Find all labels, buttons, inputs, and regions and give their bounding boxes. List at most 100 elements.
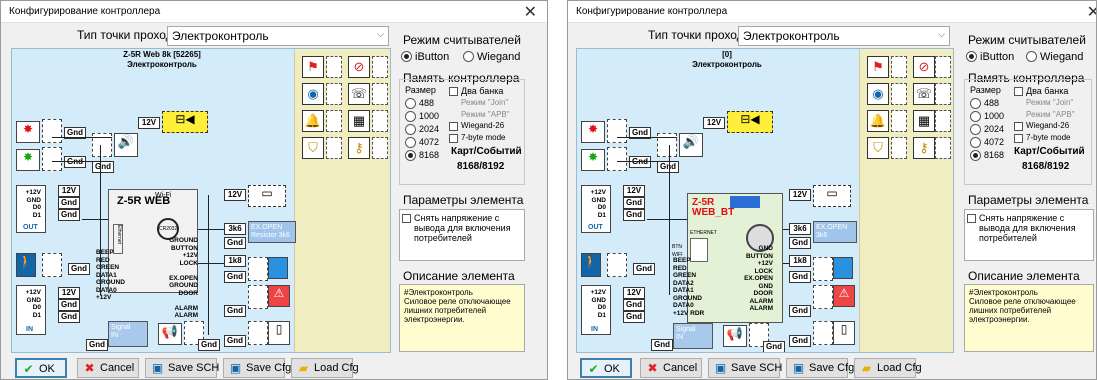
door-closed-icon[interactable]: ▯ <box>268 321 290 345</box>
keypad-icon[interactable]: ▦ <box>348 110 370 132</box>
card-reader-icon[interactable]: ◉ <box>867 83 889 105</box>
no-entry-icon[interactable]: ⊘ <box>348 56 370 78</box>
door-sensor[interactable] <box>248 257 268 281</box>
connector[interactable] <box>813 321 833 345</box>
pass-type-select[interactable]: Электроконтроль ⌵ <box>167 26 389 46</box>
size-radio-2024[interactable] <box>970 124 981 135</box>
wiegand26-checkbox[interactable] <box>449 122 458 131</box>
pass-type-select[interactable]: Электроконтроль ⌵ <box>738 26 950 46</box>
chevron-down-icon[interactable]: ⌵ <box>377 29 384 40</box>
no-entry-icon[interactable]: ⊘ <box>913 56 935 78</box>
relay-slot[interactable] <box>326 137 342 159</box>
exopen-box[interactable]: EX.OPEN Resistor 3k6 <box>248 221 296 243</box>
speaker-icon[interactable]: 🔊 <box>679 133 703 157</box>
close-icon[interactable]: ✕ <box>524 2 537 22</box>
relay-slot[interactable] <box>326 56 342 78</box>
cancel-button[interactable]: ✖ Cancel <box>77 358 139 378</box>
shield-icon[interactable]: ⛉ <box>302 137 324 159</box>
reader-in[interactable]: +12V GND D0 D1 IN <box>16 285 46 335</box>
speaker-icon[interactable]: 🔊 <box>114 133 138 157</box>
exit-button-icon[interactable]: 🚶 <box>16 253 36 277</box>
door-closed-icon[interactable]: ▯ <box>833 321 855 345</box>
reader-out[interactable]: +12V GND D0 D1 OUT <box>16 185 46 233</box>
key-icon[interactable]: ⚷ <box>913 137 935 159</box>
card-reader-icon[interactable]: ◉ <box>302 83 324 105</box>
connector[interactable] <box>42 119 62 143</box>
connector[interactable] <box>607 119 627 143</box>
power-off-checkbox[interactable] <box>402 214 411 223</box>
exit-button-icon[interactable]: 🚶 <box>581 253 601 277</box>
close-icon[interactable]: ✕ <box>1087 2 1096 22</box>
reader-out[interactable]: +12V GND D0 D1 OUT <box>581 185 611 233</box>
cancel-button[interactable]: ✖ Cancel <box>640 358 702 378</box>
connector[interactable] <box>42 253 62 277</box>
lock-icon[interactable]: ▭ <box>248 185 286 207</box>
siren-icon[interactable]: 📢 <box>723 325 747 347</box>
keypad-icon[interactable]: ▦ <box>913 110 935 132</box>
save-sch-button[interactable]: ▣ Save SCH <box>145 358 219 378</box>
size-radio-1000[interactable] <box>970 111 981 122</box>
two-banks-checkbox[interactable] <box>1014 87 1023 96</box>
door-icon[interactable] <box>268 257 288 279</box>
power-off-checkbox[interactable] <box>967 214 976 223</box>
save-sch-button[interactable]: ▣ Save SCH <box>708 358 782 378</box>
size-radio-1000[interactable] <box>405 111 416 122</box>
siren-icon[interactable]: 📢 <box>158 323 182 345</box>
relay-slot[interactable] <box>372 110 388 132</box>
ibutton-radio[interactable] <box>401 51 412 62</box>
red-led-icon[interactable]: ✸ <box>581 121 605 143</box>
relay-slot[interactable] <box>891 56 907 78</box>
wiegand-radio[interactable] <box>463 51 474 62</box>
relay-slot[interactable] <box>372 137 388 159</box>
size-radio-488[interactable] <box>970 98 981 109</box>
ok-button[interactable]: ✔ OK <box>580 358 632 378</box>
bell-icon[interactable]: 🔔 <box>302 110 324 132</box>
size-radio-8168[interactable] <box>405 150 416 161</box>
alarm-icon[interactable]: ⚠ <box>268 285 290 307</box>
signal-in-box[interactable]: Signal IN <box>673 323 713 349</box>
connector[interactable] <box>607 147 627 171</box>
relay-slot[interactable] <box>935 137 951 159</box>
green-led-icon[interactable]: ✸ <box>581 149 605 171</box>
connector[interactable] <box>248 321 268 345</box>
size-radio-2024[interactable] <box>405 124 416 135</box>
key-icon[interactable]: ⚷ <box>348 137 370 159</box>
connector[interactable] <box>813 285 833 309</box>
running-man-icon[interactable]: ⚑ <box>302 56 324 78</box>
camera-icon[interactable]: ☏ <box>913 83 935 105</box>
relay-slot[interactable] <box>891 83 907 105</box>
size-radio-8168[interactable] <box>970 150 981 161</box>
reader-in[interactable]: +12V GND D0 D1 IN <box>581 285 611 335</box>
relay-slot[interactable] <box>372 83 388 105</box>
relay-icon[interactable]: ⊟◀ <box>162 111 208 133</box>
shield-icon[interactable]: ⛉ <box>867 137 889 159</box>
relay-slot[interactable] <box>372 56 388 78</box>
ok-button[interactable]: ✔ OK <box>15 358 67 378</box>
ibutton-radio[interactable] <box>966 51 977 62</box>
red-led-icon[interactable]: ✸ <box>16 121 40 143</box>
green-led-icon[interactable]: ✸ <box>16 149 40 171</box>
relay-slot[interactable] <box>326 110 342 132</box>
save-cfg-button[interactable]: ▣ Save Cfg <box>223 358 291 378</box>
bell-icon[interactable]: 🔔 <box>867 110 889 132</box>
running-man-icon[interactable]: ⚑ <box>867 56 889 78</box>
wiegand26-checkbox[interactable] <box>1014 122 1023 131</box>
load-cfg-button[interactable]: ▰ Load Cfg <box>291 358 359 378</box>
relay-slot[interactable] <box>935 110 951 132</box>
relay-slot[interactable] <box>891 110 907 132</box>
byte7-checkbox[interactable] <box>449 134 458 143</box>
door-sensor[interactable] <box>813 257 833 281</box>
two-banks-checkbox[interactable] <box>449 87 458 96</box>
camera-icon[interactable]: ☏ <box>348 83 370 105</box>
wiegand-radio[interactable] <box>1026 51 1037 62</box>
chevron-down-icon[interactable]: ⌵ <box>938 29 945 40</box>
connector[interactable] <box>607 253 627 277</box>
load-cfg-button[interactable]: ▰ Load Cfg <box>854 358 922 378</box>
lock-icon[interactable]: ▭ <box>813 185 851 207</box>
size-radio-4072[interactable] <box>970 137 981 148</box>
byte7-checkbox[interactable] <box>1014 134 1023 143</box>
size-radio-4072[interactable] <box>405 137 416 148</box>
connector[interactable] <box>248 285 268 309</box>
relay-slot[interactable] <box>891 137 907 159</box>
relay-icon[interactable]: ⊟◀ <box>727 111 773 133</box>
